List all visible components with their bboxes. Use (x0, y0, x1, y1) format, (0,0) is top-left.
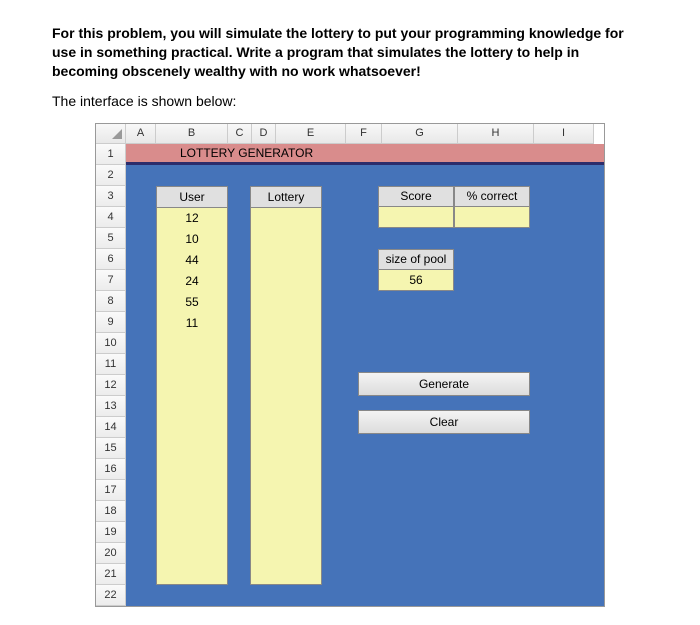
select-all-icon (112, 129, 122, 139)
col-header-E[interactable]: E (276, 124, 346, 144)
lottery-title: LOTTERY GENERATOR (126, 144, 604, 165)
row-header[interactable]: 16 (96, 459, 126, 480)
row-header[interactable]: 15 (96, 438, 126, 459)
row-header[interactable]: 1 (96, 144, 126, 165)
row-header[interactable]: 21 (96, 564, 126, 585)
column-header-row: A B C D E F G H I (96, 124, 604, 144)
sheet-canvas: LOTTERY GENERATOR User 12 10 44 24 55 11… (126, 144, 604, 606)
row-header-col: 1 2 3 4 5 6 7 8 9 10 11 12 13 14 15 16 1… (96, 144, 126, 606)
user-cell[interactable]: 44 (157, 250, 227, 271)
generate-button[interactable]: Generate (358, 372, 530, 396)
row-header[interactable]: 6 (96, 249, 126, 270)
col-header-G[interactable]: G (382, 124, 458, 144)
row-header[interactable]: 22 (96, 585, 126, 606)
row-header[interactable]: 7 (96, 270, 126, 291)
percent-value[interactable] (454, 207, 530, 228)
lottery-column: Lottery (250, 186, 322, 585)
row-header[interactable]: 19 (96, 522, 126, 543)
row-header[interactable]: 2 (96, 165, 126, 186)
problem-prompt: For this problem, you will simulate the … (52, 24, 648, 81)
row-header[interactable]: 17 (96, 480, 126, 501)
col-header-B[interactable]: B (156, 124, 228, 144)
row-header[interactable]: 20 (96, 543, 126, 564)
row-header[interactable]: 4 (96, 207, 126, 228)
user-cell[interactable]: 10 (157, 229, 227, 250)
score-label: Score (378, 186, 454, 207)
col-header-D[interactable]: D (252, 124, 276, 144)
col-header-I[interactable]: I (534, 124, 594, 144)
percent-label: % correct (454, 186, 530, 207)
row-header[interactable]: 3 (96, 186, 126, 207)
row-header[interactable]: 14 (96, 417, 126, 438)
clear-button[interactable]: Clear (358, 410, 530, 434)
row-header[interactable]: 11 (96, 354, 126, 375)
interface-caption: The interface is shown below: (52, 93, 648, 109)
user-cell[interactable]: 11 (157, 313, 227, 334)
select-all-corner[interactable] (96, 124, 126, 144)
user-cell[interactable]: 12 (157, 208, 227, 229)
row-header[interactable]: 13 (96, 396, 126, 417)
col-header-C[interactable]: C (228, 124, 252, 144)
pool-size-label: size of pool (378, 249, 454, 270)
col-header-F[interactable]: F (346, 124, 382, 144)
col-header-H[interactable]: H (458, 124, 534, 144)
col-header-A[interactable]: A (126, 124, 156, 144)
user-cell[interactable]: 55 (157, 292, 227, 313)
row-header[interactable]: 12 (96, 375, 126, 396)
row-header[interactable]: 9 (96, 312, 126, 333)
percent-box: % correct (454, 186, 530, 228)
spreadsheet: A B C D E F G H I 1 2 3 4 5 6 7 8 9 10 1… (95, 123, 605, 607)
row-header[interactable]: 18 (96, 501, 126, 522)
user-header: User (157, 187, 227, 208)
row-header[interactable]: 10 (96, 333, 126, 354)
user-column: User 12 10 44 24 55 11 (156, 186, 228, 585)
lottery-header: Lottery (251, 187, 321, 208)
user-cell[interactable]: 24 (157, 271, 227, 292)
score-value[interactable] (378, 207, 454, 228)
row-header[interactable]: 5 (96, 228, 126, 249)
score-box: Score (378, 186, 454, 228)
row-header[interactable]: 8 (96, 291, 126, 312)
pool-size-value[interactable]: 56 (378, 270, 454, 291)
